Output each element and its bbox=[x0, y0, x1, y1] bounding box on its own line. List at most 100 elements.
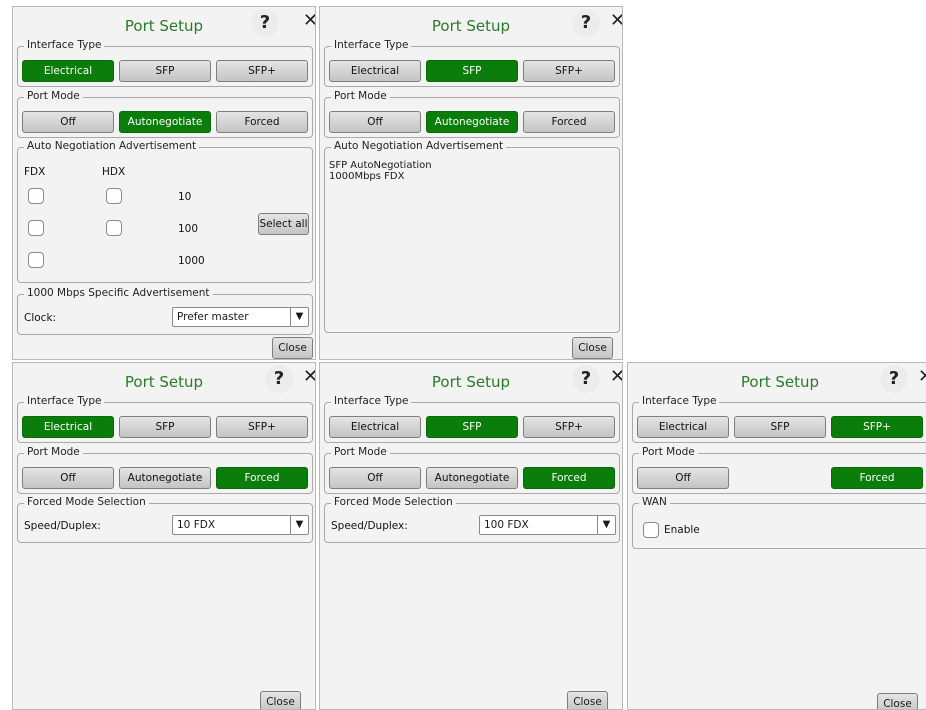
hdx-100-checkbox[interactable] bbox=[106, 220, 122, 236]
interface-type-group: Interface Type Electrical SFP SFP+ bbox=[324, 39, 620, 87]
port-mode-forced-button[interactable]: Forced bbox=[216, 111, 308, 133]
port-mode-off-button[interactable]: Off bbox=[329, 467, 421, 489]
close-icon[interactable]: ✕ bbox=[303, 366, 315, 388]
interface-sfp-button[interactable]: SFP bbox=[734, 416, 826, 438]
interface-type-group: Interface Type Electrical SFP SFP+ bbox=[632, 395, 926, 443]
fdx-100-checkbox[interactable] bbox=[28, 220, 44, 236]
chevron-down-icon: ▼ bbox=[290, 308, 308, 326]
port-setup-panel-sfp-forced: Port Setup ? ✕ Interface Type Electrical… bbox=[319, 362, 623, 710]
port-mode-off-button[interactable]: Off bbox=[637, 467, 729, 489]
close-button[interactable]: Close bbox=[572, 337, 613, 359]
interface-electrical-button[interactable]: Electrical bbox=[22, 416, 114, 438]
port-mode-forced-button[interactable]: Forced bbox=[523, 467, 615, 489]
speed-10-label: 10 bbox=[178, 191, 192, 203]
close-button[interactable]: Close bbox=[567, 691, 608, 709]
hdx-header: HDX bbox=[102, 166, 126, 178]
interface-sfp-button[interactable]: SFP bbox=[426, 416, 518, 438]
close-icon[interactable]: ✕ bbox=[610, 10, 622, 32]
interface-type-legend: Interface Type bbox=[331, 39, 412, 51]
interface-sfp-button[interactable]: SFP bbox=[119, 60, 211, 82]
sfp-autonegotiation-text: SFP AutoNegotiation bbox=[329, 160, 432, 171]
close-button[interactable]: Close bbox=[260, 691, 301, 709]
interface-sfp-plus-button[interactable]: SFP+ bbox=[523, 416, 615, 438]
port-mode-autonegotiate-button[interactable]: Autonegotiate bbox=[119, 111, 211, 133]
interface-type-group: Interface Type Electrical SFP SFP+ bbox=[17, 39, 313, 87]
clock-select[interactable]: Prefer master ▼ bbox=[172, 307, 309, 327]
port-mode-autonegotiate-button[interactable]: Autonegotiate bbox=[426, 111, 518, 133]
forced-mode-group: Forced Mode Selection Speed/Duplex: 10 F… bbox=[17, 496, 313, 543]
interface-sfp-plus-button[interactable]: SFP+ bbox=[216, 416, 308, 438]
auto-negotiation-group: Auto Negotiation Advertisement SFP AutoN… bbox=[324, 140, 620, 333]
close-icon[interactable]: ✕ bbox=[918, 366, 926, 388]
fdx-1000-checkbox[interactable] bbox=[28, 252, 44, 268]
speed-duplex-select[interactable]: 10 FDX ▼ bbox=[172, 515, 309, 535]
speed-duplex-value: 100 FDX bbox=[484, 519, 529, 531]
help-icon[interactable]: ? bbox=[880, 365, 908, 393]
help-icon[interactable]: ? bbox=[572, 9, 600, 37]
interface-type-legend: Interface Type bbox=[24, 395, 105, 407]
interface-sfp-plus-button[interactable]: SFP+ bbox=[523, 60, 615, 82]
interface-type-group: Interface Type Electrical SFP SFP+ bbox=[324, 395, 620, 443]
close-button[interactable]: Close bbox=[272, 337, 313, 359]
fdx-10-checkbox[interactable] bbox=[28, 188, 44, 204]
port-setup-panel-sfp-plus-forced: Port Setup ? ✕ Interface Type Electrical… bbox=[627, 362, 926, 710]
specific-advertisement-group: 1000 Mbps Specific Advertisement Clock: … bbox=[17, 287, 313, 335]
port-mode-forced-button[interactable]: Forced bbox=[216, 467, 308, 489]
port-mode-legend: Port Mode bbox=[331, 90, 390, 102]
port-mode-off-button[interactable]: Off bbox=[22, 467, 114, 489]
port-mode-group: Port Mode Off Autonegotiate Forced bbox=[324, 446, 620, 494]
interface-electrical-button[interactable]: Electrical bbox=[637, 416, 729, 438]
port-mode-forced-button[interactable]: Forced bbox=[831, 467, 923, 489]
wan-legend: WAN bbox=[639, 496, 670, 508]
forced-mode-group: Forced Mode Selection Speed/Duplex: 100 … bbox=[324, 496, 620, 543]
hdx-10-checkbox[interactable] bbox=[106, 188, 122, 204]
select-all-button[interactable]: Select all bbox=[258, 213, 309, 235]
interface-type-group: Interface Type Electrical SFP SFP+ bbox=[17, 395, 313, 443]
port-mode-off-button[interactable]: Off bbox=[22, 111, 114, 133]
port-setup-panel-electrical-autoneg: Port Setup ? ✕ Interface Type Electrical… bbox=[12, 6, 316, 360]
interface-electrical-button[interactable]: Electrical bbox=[329, 416, 421, 438]
interface-sfp-plus-button[interactable]: SFP+ bbox=[831, 416, 923, 438]
close-icon[interactable]: ✕ bbox=[303, 10, 315, 32]
clock-label: Clock: bbox=[24, 312, 57, 324]
port-mode-autonegotiate-button[interactable]: Autonegotiate bbox=[119, 467, 211, 489]
port-setup-panel-sfp-autoneg: Port Setup ? ✕ Interface Type Electrical… bbox=[319, 6, 623, 360]
wan-group: WAN Enable bbox=[632, 496, 926, 549]
speed-1000-label: 1000 bbox=[178, 255, 205, 267]
speed-duplex-select[interactable]: 100 FDX ▼ bbox=[479, 515, 616, 535]
port-mode-forced-button[interactable]: Forced bbox=[523, 111, 615, 133]
speed-duplex-text: 1000Mbps FDX bbox=[329, 171, 405, 182]
speed-100-label: 100 bbox=[178, 223, 199, 235]
interface-sfp-button[interactable]: SFP bbox=[426, 60, 518, 82]
port-mode-legend: Port Mode bbox=[639, 446, 698, 458]
port-mode-legend: Port Mode bbox=[331, 446, 390, 458]
port-mode-legend: Port Mode bbox=[24, 90, 83, 102]
close-icon[interactable]: ✕ bbox=[610, 366, 622, 388]
auto-negotiation-legend: Auto Negotiation Advertisement bbox=[331, 140, 507, 152]
interface-electrical-button[interactable]: Electrical bbox=[22, 60, 114, 82]
wan-enable-checkbox[interactable] bbox=[643, 522, 659, 538]
port-mode-off-button[interactable]: Off bbox=[329, 111, 421, 133]
specific-advertisement-legend: 1000 Mbps Specific Advertisement bbox=[24, 287, 213, 299]
chevron-down-icon: ▼ bbox=[597, 516, 615, 534]
interface-electrical-button[interactable]: Electrical bbox=[329, 60, 421, 82]
clock-select-value: Prefer master bbox=[177, 311, 249, 323]
help-icon[interactable]: ? bbox=[251, 9, 279, 37]
help-icon[interactable]: ? bbox=[265, 365, 293, 393]
speed-duplex-label: Speed/Duplex: bbox=[24, 520, 101, 532]
forced-mode-legend: Forced Mode Selection bbox=[331, 496, 456, 508]
port-mode-group: Port Mode Off Autonegotiate Forced bbox=[17, 446, 313, 494]
interface-sfp-button[interactable]: SFP bbox=[119, 416, 211, 438]
fdx-header: FDX bbox=[24, 166, 46, 178]
forced-mode-legend: Forced Mode Selection bbox=[24, 496, 149, 508]
port-mode-legend: Port Mode bbox=[24, 446, 83, 458]
close-button[interactable]: Close bbox=[877, 693, 918, 709]
speed-duplex-value: 10 FDX bbox=[177, 519, 216, 531]
port-setup-panel-electrical-forced: Port Setup ? ✕ Interface Type Electrical… bbox=[12, 362, 316, 710]
wan-enable-label: Enable bbox=[664, 524, 700, 536]
help-icon[interactable]: ? bbox=[572, 365, 600, 393]
interface-type-legend: Interface Type bbox=[331, 395, 412, 407]
interface-type-legend: Interface Type bbox=[24, 39, 105, 51]
interface-sfp-plus-button[interactable]: SFP+ bbox=[216, 60, 308, 82]
port-mode-autonegotiate-button[interactable]: Autonegotiate bbox=[426, 467, 518, 489]
